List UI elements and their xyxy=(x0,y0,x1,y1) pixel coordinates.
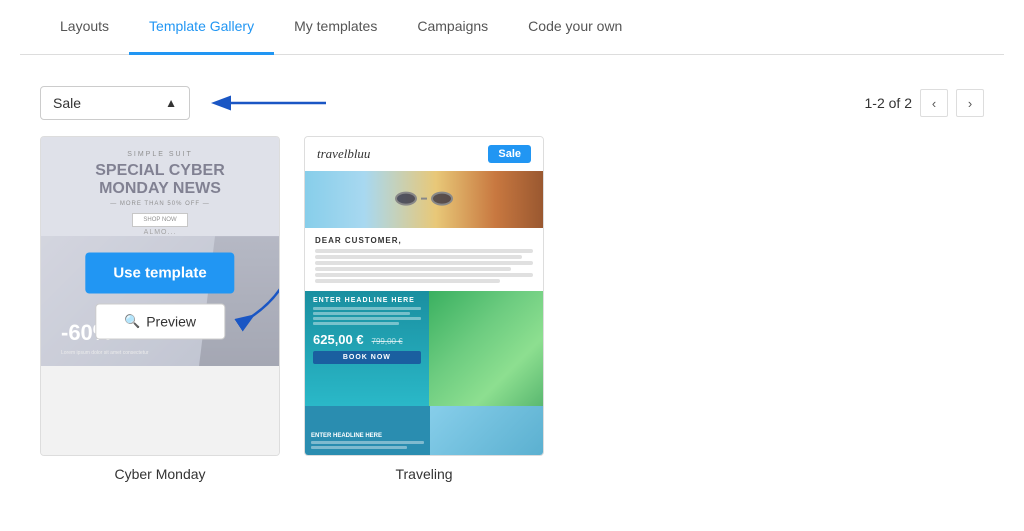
template-card-cyber-monday[interactable]: SIMPLE SUIT SPECIAL CYBERMONDAY NEWS — M… xyxy=(40,136,280,482)
promo-line-4 xyxy=(313,322,399,325)
toolbar-left: Sale ▲ xyxy=(40,85,336,121)
tab-template-gallery[interactable]: Template Gallery xyxy=(129,0,274,55)
text-line-3 xyxy=(315,261,533,265)
footer-left: ENTER HEADLINE HERE xyxy=(305,406,430,455)
footer-right-image xyxy=(430,406,543,455)
dropdown-annotation xyxy=(206,85,336,121)
pagination: 1-2 of 2 ‹ › xyxy=(865,89,984,117)
travel-mockup: travelbluu Sale xyxy=(305,137,543,455)
promo-right-image xyxy=(429,291,543,406)
next-page-button[interactable]: › xyxy=(956,89,984,117)
promo-left: ENTER HEADLINE HERE 625,00 € 799,00 € xyxy=(305,291,429,406)
tab-my-templates[interactable]: My templates xyxy=(274,0,397,55)
preview-label: Preview xyxy=(146,314,196,330)
travel-body: DEAR CUSTOMER, xyxy=(305,228,543,291)
promo-price-row: 625,00 € 799,00 € xyxy=(313,331,421,347)
text-line-1 xyxy=(315,249,533,253)
toolbar: Sale ▲ 1-2 of 2 ‹ › xyxy=(20,75,1004,136)
travel-logo: travelbluu xyxy=(317,146,370,162)
travel-header: travelbluu Sale xyxy=(305,137,543,171)
promo-price: 625,00 € xyxy=(313,332,364,347)
text-line-4 xyxy=(315,267,511,271)
tab-campaigns[interactable]: Campaigns xyxy=(397,0,508,55)
footer-headline: ENTER HEADLINE HERE xyxy=(311,433,424,439)
page: Layouts Template Gallery My templates Ca… xyxy=(0,0,1024,531)
templates-grid: SIMPLE SUIT SPECIAL CYBERMONDAY NEWS — M… xyxy=(20,136,1004,482)
travel-greeting: DEAR CUSTOMER, xyxy=(315,236,533,245)
travel-hero xyxy=(305,171,543,228)
filter-dropdown[interactable]: Sale ▲ xyxy=(40,86,190,120)
chevron-up-icon: ▲ xyxy=(165,96,177,110)
template-name-traveling: Traveling xyxy=(395,466,452,482)
tab-code-your-own[interactable]: Code your own xyxy=(508,0,642,55)
search-icon: 🔍 xyxy=(124,314,140,330)
promo-line-2 xyxy=(313,312,410,315)
promo-text-lines xyxy=(313,307,421,325)
template-name-cyber-monday: Cyber Monday xyxy=(114,466,205,482)
template-preview-cyber-monday: SIMPLE SUIT SPECIAL CYBERMONDAY NEWS — M… xyxy=(40,136,280,456)
travel-footer: ENTER HEADLINE HERE xyxy=(305,406,543,455)
hero-bg xyxy=(305,171,543,228)
promo-headline: ENTER HEADLINE HERE xyxy=(313,297,421,304)
footer-text-2 xyxy=(311,446,407,449)
promo-price-old: 799,00 € xyxy=(372,337,403,346)
lens-left xyxy=(395,191,417,205)
prev-page-button[interactable]: ‹ xyxy=(920,89,948,117)
pagination-range: 1-2 of 2 xyxy=(865,95,912,111)
book-now-button[interactable]: BOOK NOW xyxy=(313,351,421,364)
tabs-bar: Layouts Template Gallery My templates Ca… xyxy=(20,0,1004,55)
sale-badge: Sale xyxy=(488,145,531,163)
footer-text-1 xyxy=(311,441,424,444)
text-line-5 xyxy=(315,273,533,277)
tab-layouts[interactable]: Layouts xyxy=(40,0,129,55)
promo-line-3 xyxy=(313,317,421,320)
template-card-traveling[interactable]: travelbluu Sale xyxy=(304,136,544,482)
bridge xyxy=(421,197,427,199)
preview-button[interactable]: 🔍 Preview xyxy=(95,304,225,340)
promo-section: ENTER HEADLINE HERE 625,00 € 799,00 € xyxy=(305,291,543,406)
use-template-button[interactable]: Use template xyxy=(85,253,234,294)
travel-text-lines xyxy=(315,249,533,283)
overlay-buttons: Use template 🔍 Preview xyxy=(85,253,234,340)
lens-right xyxy=(431,191,453,205)
overlay: Use template 🔍 Preview xyxy=(41,137,279,455)
text-line-6 xyxy=(315,279,500,283)
annotation-arrow-svg xyxy=(206,85,336,121)
text-line-2 xyxy=(315,255,522,259)
filter-label: Sale xyxy=(53,95,81,111)
sunglasses-icon xyxy=(395,191,453,205)
promo-line-1 xyxy=(313,307,421,310)
template-preview-traveling: travelbluu Sale xyxy=(304,136,544,456)
